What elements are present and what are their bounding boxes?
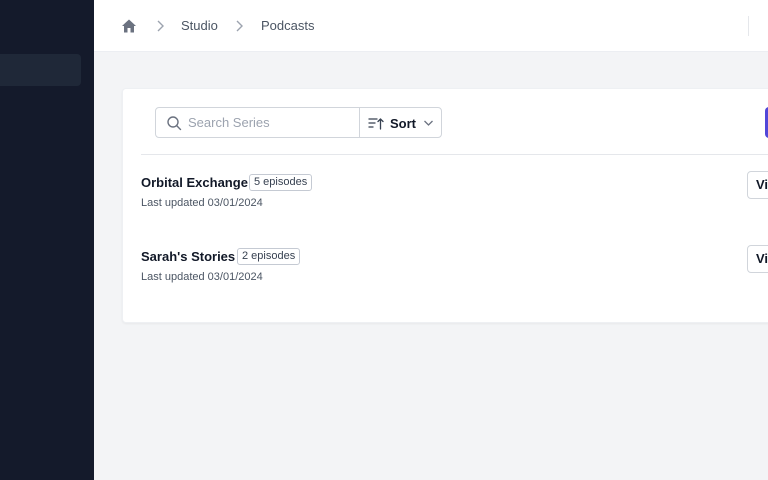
search-box[interactable] — [155, 107, 360, 138]
search-input[interactable] — [188, 108, 353, 137]
chevron-right-icon — [236, 20, 243, 32]
series-card: Sort Orbital Exchange 5 episodes Last up… — [122, 88, 768, 323]
sort-button[interactable]: Sort — [359, 107, 442, 138]
view-button[interactable]: View — [747, 171, 768, 199]
episode-count-badge: 2 episodes — [237, 248, 301, 265]
top-bar: Studio Podcasts — [94, 0, 768, 52]
breadcrumb-studio[interactable]: Studio — [181, 18, 218, 34]
list-item: Orbital Exchange 5 episodes Last updated… — [141, 171, 768, 235]
last-updated: Last updated 03/01/2024 — [141, 197, 263, 209]
episode-count-badge: 5 episodes — [249, 174, 313, 191]
sort-ascending-icon — [368, 118, 384, 130]
list-item: Sarah's Stories 2 episodes Last updated … — [141, 245, 768, 309]
search-icon — [167, 116, 182, 131]
series-title[interactable]: Sarah's Stories — [141, 249, 235, 265]
sidebar — [0, 0, 94, 480]
sidebar-item-active[interactable] — [0, 54, 81, 86]
last-updated: Last updated 03/01/2024 — [141, 271, 263, 283]
sort-label: Sort — [390, 116, 416, 131]
breadcrumb-podcasts[interactable]: Podcasts — [261, 18, 314, 34]
home-icon[interactable] — [121, 18, 137, 34]
series-title[interactable]: Orbital Exchange — [141, 175, 248, 191]
topbar-divider — [748, 16, 749, 36]
chevron-right-icon — [157, 20, 164, 32]
view-button[interactable]: View — [747, 245, 768, 273]
chevron-down-icon — [424, 120, 433, 126]
list-divider — [141, 154, 768, 155]
